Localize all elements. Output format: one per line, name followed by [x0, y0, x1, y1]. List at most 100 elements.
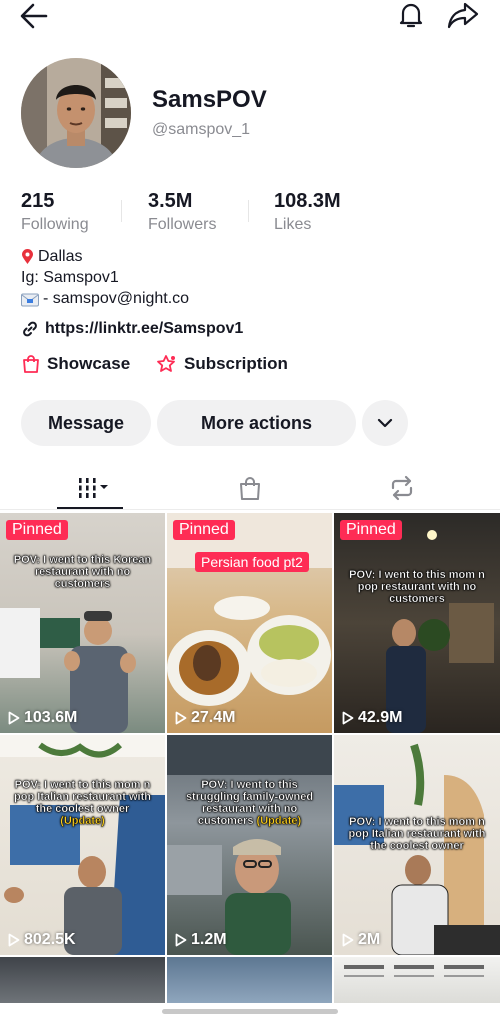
view-count: 27.4M — [175, 709, 235, 727]
video-tile[interactable]: Pinned POV: I went to this mom n pop res… — [334, 513, 500, 733]
link-icon — [23, 321, 37, 337]
videos-grid-icon — [79, 478, 108, 498]
more-actions-button[interactable]: More actions — [157, 400, 356, 446]
video-tile[interactable]: Pinned Persian food pt2 27.4M — [167, 513, 332, 733]
share-arrow-icon[interactable] — [446, 0, 480, 30]
view-count: 42.9M — [342, 709, 402, 727]
showcase-label: Showcase — [47, 354, 131, 373]
view-count: 802.5K — [8, 931, 76, 949]
video-tile[interactable] — [0, 957, 165, 1003]
video-thumbnail — [167, 735, 332, 955]
username: @samspov_1 — [152, 121, 251, 138]
home-indicator — [162, 1009, 338, 1014]
video-caption: POV: I went to this mom n pop restaurant… — [349, 569, 485, 605]
view-count-text: 802.5K — [24, 931, 76, 948]
play-icon — [175, 711, 187, 725]
top-bar — [0, 0, 500, 34]
view-count-text: 42.9M — [358, 709, 403, 726]
repost-icon — [391, 475, 413, 501]
likes-label: Likes — [274, 216, 312, 233]
display-name: SamsPOV — [152, 86, 267, 113]
view-count: 2M — [342, 931, 380, 949]
video-thumbnail — [0, 735, 165, 955]
view-count: 103.6M — [8, 709, 77, 727]
bio-instagram-line: Ig: Samspov1 — [21, 267, 189, 288]
view-count-text: 1.2M — [191, 931, 227, 948]
likes-stat[interactable]: 108.3M Likes — [274, 190, 341, 234]
video-tile[interactable] — [167, 957, 332, 1003]
shopping-bag-icon — [23, 355, 39, 373]
content-tabs — [0, 466, 500, 510]
bio-email-line: - samspov@night.co — [21, 288, 189, 309]
back-arrow-icon[interactable] — [18, 2, 50, 30]
profile-stats: 215 Following 3.5M Followers 108.3M Like… — [0, 190, 500, 236]
video-thumbnail — [0, 957, 165, 1003]
view-count-text: 2M — [358, 931, 381, 948]
message-button[interactable]: Message — [21, 400, 151, 446]
tab-videos[interactable] — [70, 472, 120, 504]
subscription-label: Subscription — [184, 354, 288, 373]
active-tab-indicator — [57, 507, 123, 509]
video-thumbnail — [0, 513, 165, 733]
showcase-button[interactable]: Showcase — [21, 352, 130, 376]
chevron-down-icon — [377, 418, 393, 428]
following-label: Following — [21, 216, 89, 233]
view-count: 1.2M — [175, 931, 227, 949]
video-thumbnail — [334, 513, 500, 733]
video-tile[interactable] — [334, 957, 500, 1003]
stats-divider — [121, 200, 122, 222]
video-caption-text: POV: I went to this mom n pop Italian re… — [14, 779, 151, 815]
video-thumbnail — [167, 957, 332, 1003]
envelope-icon — [21, 292, 39, 306]
play-icon — [342, 711, 354, 725]
video-caption: POV: I went to this Korean restaurant wi… — [13, 554, 152, 590]
video-caption-update: (Update) — [256, 815, 302, 827]
profile-link-text: https://linktr.ee/Samspov1 — [45, 320, 244, 337]
video-tag: Persian food pt2 — [195, 552, 309, 572]
followers-count: 3.5M — [148, 190, 193, 212]
likes-count: 108.3M — [274, 190, 341, 212]
video-caption: POV: I went to this mom n pop Italian re… — [0, 779, 165, 827]
followers-stat[interactable]: 3.5M Followers — [148, 190, 216, 234]
tab-shop[interactable] — [232, 472, 268, 504]
subscription-star-icon — [157, 355, 175, 372]
play-icon — [8, 933, 20, 947]
shopping-bag-icon — [240, 477, 260, 500]
play-icon — [175, 933, 187, 947]
avatar[interactable] — [21, 58, 131, 168]
profile-link[interactable]: https://linktr.ee/Samspov1 — [21, 318, 243, 340]
view-count-text: 103.6M — [24, 709, 78, 726]
video-tile[interactable]: Pinned POV: I went to this Korean restau… — [0, 513, 165, 733]
subscription-button[interactable]: Subscription — [156, 352, 288, 376]
view-count-text: 27.4M — [191, 709, 236, 726]
more-actions-label: More actions — [200, 412, 313, 433]
video-caption: POV: I went to this struggling family-ow… — [167, 779, 332, 827]
video-tile[interactable]: POV: I went to this mom n pop Italian re… — [334, 735, 500, 955]
followers-label: Followers — [148, 216, 217, 233]
pinned-badge: Pinned — [6, 520, 68, 540]
video-grid: Pinned POV: I went to this Korean restau… — [0, 513, 500, 1003]
video-tile[interactable]: POV: I went to this mom n pop Italian re… — [0, 735, 165, 955]
video-caption: POV: I went to this mom n pop Italian re… — [348, 816, 486, 852]
pinned-badge: Pinned — [173, 520, 235, 540]
bio-instagram: Ig: Samspov1 — [21, 269, 119, 286]
notification-bell-icon[interactable] — [396, 0, 426, 30]
tab-reposts[interactable] — [384, 472, 420, 504]
expand-button[interactable] — [362, 400, 408, 446]
bio-location-line: Dallas — [21, 246, 189, 267]
stats-divider — [248, 200, 249, 222]
pinned-badge: Pinned — [340, 520, 402, 540]
bio-email: - samspov@night.co — [43, 290, 190, 307]
play-icon — [8, 711, 20, 725]
following-count: 215 — [21, 190, 55, 212]
message-button-label: Message — [47, 412, 125, 433]
video-thumbnail — [167, 513, 332, 733]
video-tile[interactable]: POV: I went to this struggling family-ow… — [167, 735, 332, 955]
bio: Dallas Ig: Samspov1 - samspov@night.co — [21, 246, 189, 309]
bio-location: Dallas — [38, 248, 83, 265]
play-icon — [342, 933, 354, 947]
location-pin-icon — [21, 248, 34, 265]
following-stat[interactable]: 215 Following — [21, 190, 89, 234]
video-caption-update: (Update) — [60, 815, 105, 827]
video-thumbnail — [334, 957, 500, 1003]
